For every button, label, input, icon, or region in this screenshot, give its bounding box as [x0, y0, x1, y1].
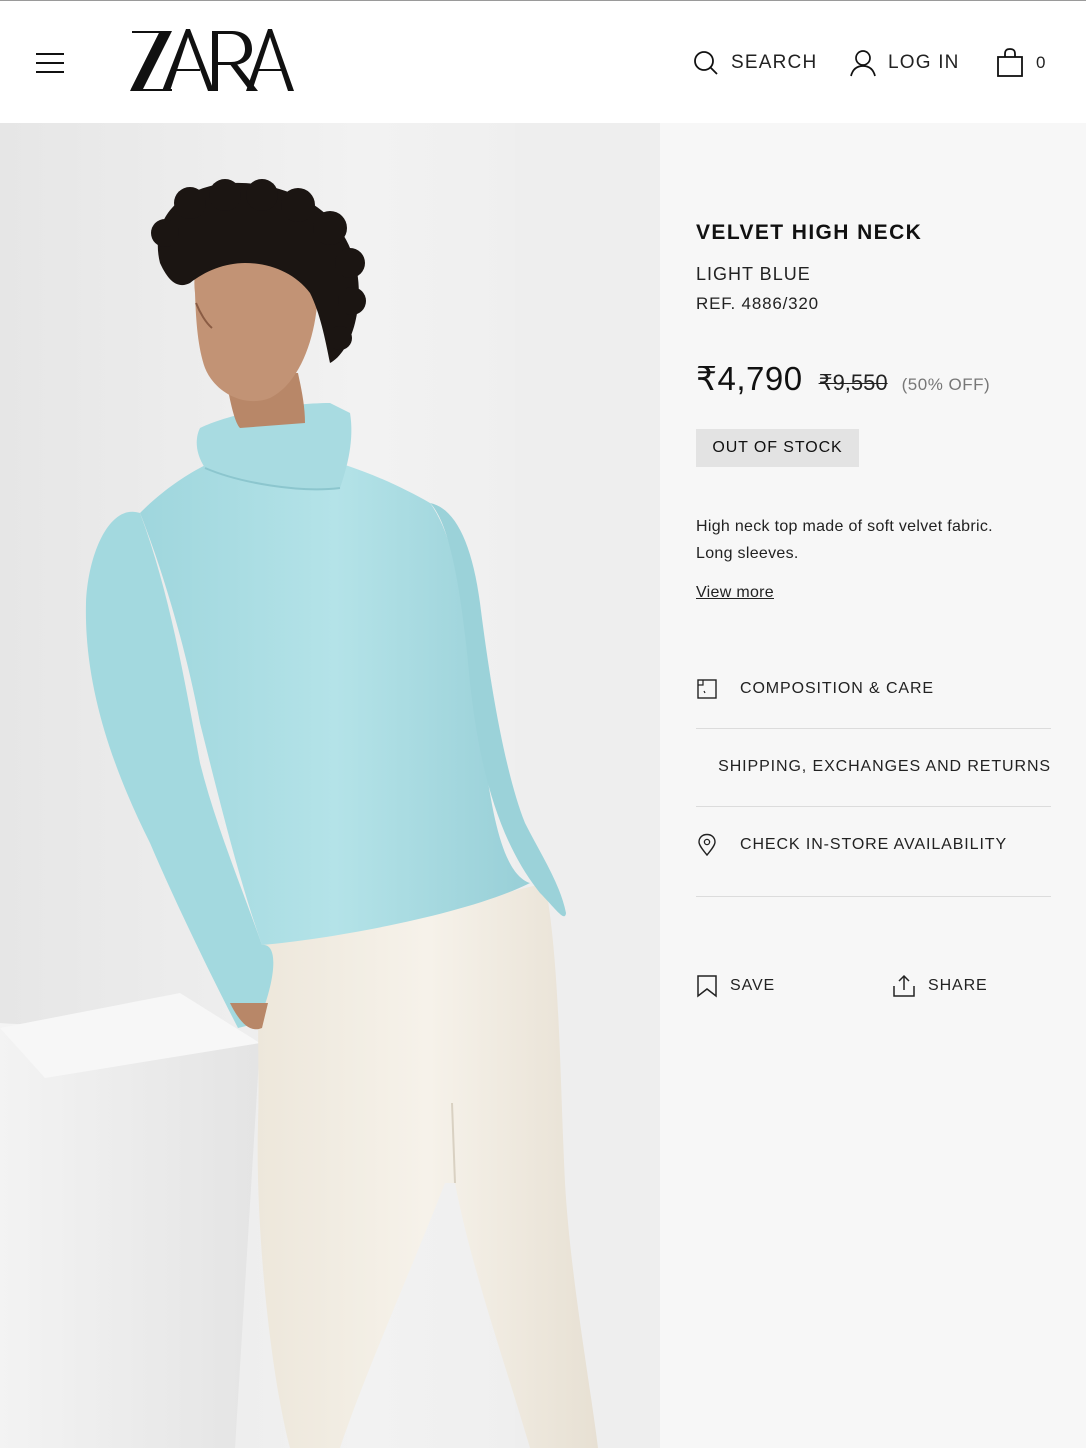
- shipping-returns-row[interactable]: SHIPPING, EXCHANGES AND RETURNS: [696, 728, 1051, 806]
- search-label: SEARCH: [731, 52, 818, 73]
- search-button[interactable]: SEARCH: [693, 47, 817, 79]
- store-availability-row[interactable]: CHECK IN-STORE AVAILABILITY: [696, 806, 1051, 884]
- shipping-returns-label: SHIPPING, EXCHANGES AND RETURNS: [718, 758, 1051, 775]
- discount-label: (50% OFF): [901, 375, 991, 394]
- view-more-link[interactable]: View more: [696, 584, 774, 602]
- save-button[interactable]: SAVE: [696, 971, 775, 1001]
- original-price: ₹9,550: [818, 370, 888, 395]
- site-header: SEARCH LOG IN 0: [0, 1, 1086, 123]
- zara-logo[interactable]: [128, 25, 294, 95]
- product-description: High neck top made of soft velvet fabric…: [696, 518, 993, 562]
- composition-care-label: COMPOSITION & CARE: [740, 680, 934, 697]
- bag-count: 0: [1036, 53, 1047, 72]
- store-availability-label: CHECK IN-STORE AVAILABILITY: [740, 836, 1008, 853]
- divider: [696, 896, 1051, 897]
- current-price: ₹4,790: [696, 360, 803, 397]
- out-of-stock-badge: OUT OF STOCK: [696, 429, 859, 467]
- share-icon: [893, 974, 915, 997]
- search-icon: [694, 51, 718, 75]
- product-image[interactable]: [0, 123, 660, 1448]
- user-icon: [850, 50, 876, 77]
- composition-care-icon: [697, 679, 717, 699]
- price-row: ₹4,790 ₹9,550 (50% OFF): [696, 359, 990, 398]
- bookmark-icon: [697, 975, 717, 998]
- shopping-bag-button[interactable]: 0: [996, 47, 1047, 79]
- composition-care-row[interactable]: COMPOSITION & CARE: [696, 650, 1051, 728]
- login-button[interactable]: LOG IN: [850, 47, 960, 79]
- product-title: VELVET HIGH NECK: [696, 221, 923, 244]
- product-info-panel: VELVET HIGH NECK LIGHT BLUE REF. 4886/32…: [660, 123, 1086, 1448]
- shopping-bag-icon: [997, 48, 1023, 77]
- model-photo: [0, 123, 660, 1448]
- login-label: LOG IN: [888, 52, 960, 73]
- hamburger-menu-icon[interactable]: [36, 51, 64, 75]
- share-label: SHARE: [928, 977, 988, 994]
- save-label: SAVE: [730, 977, 776, 994]
- product-color: LIGHT BLUE: [696, 264, 811, 284]
- share-button[interactable]: SHARE: [892, 971, 988, 1001]
- location-pin-icon: [698, 833, 716, 857]
- product-ref: REF. 4886/320: [696, 294, 819, 313]
